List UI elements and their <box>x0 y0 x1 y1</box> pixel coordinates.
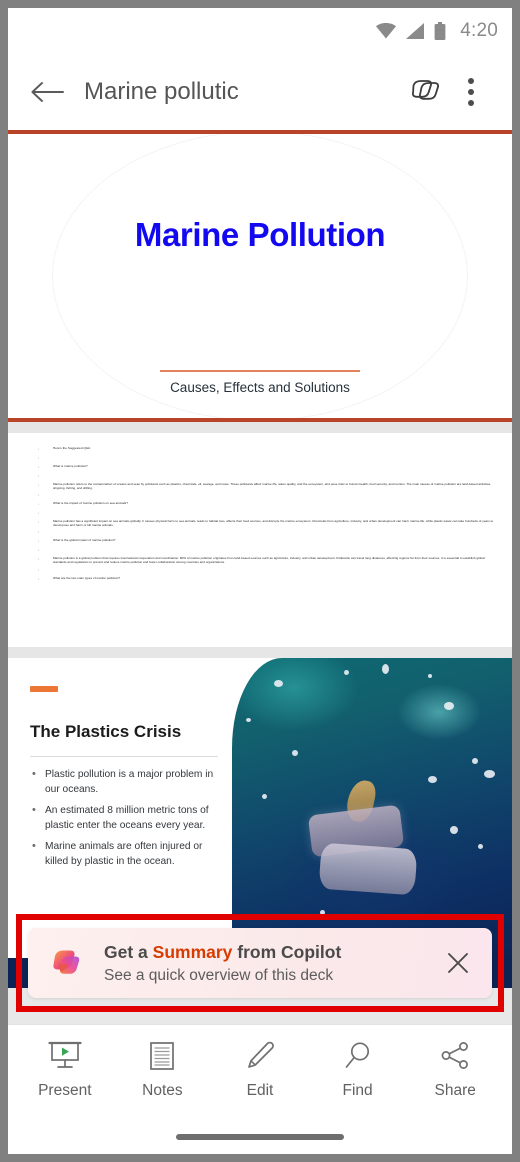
slide-3-rule <box>30 756 218 757</box>
banner-title-highlight: Summary <box>152 941 233 962</box>
list-item: Marine pollution has a significant impac… <box>38 519 494 527</box>
slide-gap-2 <box>8 647 512 658</box>
list-item: An estimated 8 million metric tons of pl… <box>32 803 228 833</box>
bullet-dot <box>38 492 41 499</box>
list-item: Marine animals are often injured or kill… <box>32 839 228 869</box>
battery-icon <box>434 22 446 40</box>
list-item <box>38 567 494 574</box>
list-item <box>38 547 494 554</box>
ocean-plastic-photo <box>232 658 512 958</box>
slide-1-subtitle: Causes, Effects and Solutions <box>170 380 350 395</box>
slide-2[interactable]: Here's the Suggested Q&A: What is marine… <box>8 433 512 647</box>
list-item: Marine pollution refers to the contamina… <box>38 482 494 490</box>
cellular-signal-icon <box>406 23 425 39</box>
list-item: Here's the Suggested Q&A: <box>38 446 494 453</box>
more-vertical-icon <box>468 78 474 84</box>
banner-title-prefix: Get a <box>104 941 153 962</box>
magnifier-search-icon <box>342 1039 374 1073</box>
toolbar-item-present[interactable]: Present <box>19 1039 111 1100</box>
bullet-dot <box>38 473 41 480</box>
copilot-gradient-logo-icon <box>53 950 80 974</box>
back-button[interactable] <box>24 69 70 115</box>
bullet-dot <box>38 547 41 554</box>
slide-1-ellipse-decoration <box>52 134 468 418</box>
list-item: Plastic pollution is a major problem in … <box>32 767 228 797</box>
copilot-button[interactable] <box>402 69 448 115</box>
list-item: Marine pollution is a global problem tha… <box>38 556 494 564</box>
status-time: 4:20 <box>460 20 498 41</box>
bullet-dot <box>38 446 41 453</box>
present-screen-icon <box>47 1039 83 1073</box>
close-icon <box>448 953 468 973</box>
overflow-menu-button[interactable] <box>448 69 494 115</box>
banner-title-suffix: from Copilot <box>232 941 342 962</box>
back-arrow-icon <box>31 82 64 102</box>
bullet-dot <box>38 519 41 527</box>
share-nodes-icon <box>439 1039 471 1073</box>
annotation-highlight-box: Get a Summary from Copilot See a quick o… <box>16 914 504 1012</box>
list-item: What is marine pollution? <box>38 464 494 471</box>
toolbar-label: Find <box>342 1082 373 1099</box>
list-item: What is the global impact of marine poll… <box>38 538 494 545</box>
pencil-edit-icon <box>244 1039 276 1073</box>
slide-3-bullet-list: Plastic pollution is a major problem in … <box>32 767 228 877</box>
slide-1-title: Marine Pollution <box>134 216 386 253</box>
banner-subtitle: See a quick overview of this deck <box>104 966 334 984</box>
bullet-dot <box>38 556 41 564</box>
status-icon-group <box>375 22 446 40</box>
toolbar-label: Present <box>38 1082 92 1099</box>
list-item: What are the two main types of marine po… <box>38 576 494 583</box>
list-item <box>38 510 494 517</box>
slide-3-accent-bar <box>30 686 58 692</box>
slide-1[interactable]: Marine Pollution Causes, Effects and Sol… <box>8 134 512 418</box>
toolbar-label: Notes <box>142 1082 183 1099</box>
banner-close-button[interactable] <box>438 943 478 983</box>
toolbar-item-edit[interactable]: Edit <box>214 1039 306 1100</box>
slide-scroll-area[interactable]: Marine Pollution Causes, Effects and Sol… <box>8 130 512 1026</box>
list-item <box>38 473 494 480</box>
list-item <box>38 492 494 499</box>
document-title: Marine pollutic <box>84 78 239 105</box>
copilot-summary-banner[interactable]: Get a Summary from Copilot See a quick o… <box>28 928 492 998</box>
list-item: What is the impact of marine pollution o… <box>38 501 494 508</box>
bullet-dot <box>38 576 41 583</box>
bullet-dot <box>38 455 41 462</box>
toolbar-item-notes[interactable]: Notes <box>116 1039 208 1100</box>
banner-title: Get a Summary from Copilot <box>104 940 438 964</box>
list-item <box>38 529 494 536</box>
toolbar-item-find[interactable]: Find <box>312 1039 404 1100</box>
slide-gap-1 <box>8 422 512 433</box>
slide-3[interactable]: The Plastics Crisis Plastic pollution is… <box>8 658 512 958</box>
bullet-dot <box>38 501 41 508</box>
wifi-icon <box>376 23 397 39</box>
bullet-dot <box>38 538 41 545</box>
copilot-outline-icon <box>412 80 439 100</box>
list-item <box>38 455 494 462</box>
toolbar-label: Edit <box>246 1082 274 1099</box>
phone-screen: 4:20 Marine pollutic Marine Pollution Ca… <box>8 8 512 1154</box>
toolbar-item-share[interactable]: Share <box>409 1039 501 1100</box>
bullet-dot <box>38 567 41 574</box>
bottom-toolbar: Present Notes Edit Find Share <box>8 1024 512 1154</box>
banner-text-block: Get a Summary from Copilot See a quick o… <box>104 940 438 987</box>
bullet-dot <box>38 482 41 490</box>
bullet-dot <box>38 464 41 471</box>
toolbar-label: Share <box>434 1082 476 1099</box>
slide-3-heading: The Plastics Crisis <box>30 722 182 741</box>
home-indicator[interactable] <box>176 1134 344 1140</box>
notes-page-icon <box>147 1039 177 1073</box>
bullet-dot <box>38 529 41 536</box>
app-bar: Marine pollutic <box>8 54 512 130</box>
slide-1-divider <box>160 370 360 372</box>
status-bar: 4:20 <box>8 8 512 54</box>
plastic-cup-shape-2 <box>318 842 418 896</box>
bullet-dot <box>38 510 41 517</box>
